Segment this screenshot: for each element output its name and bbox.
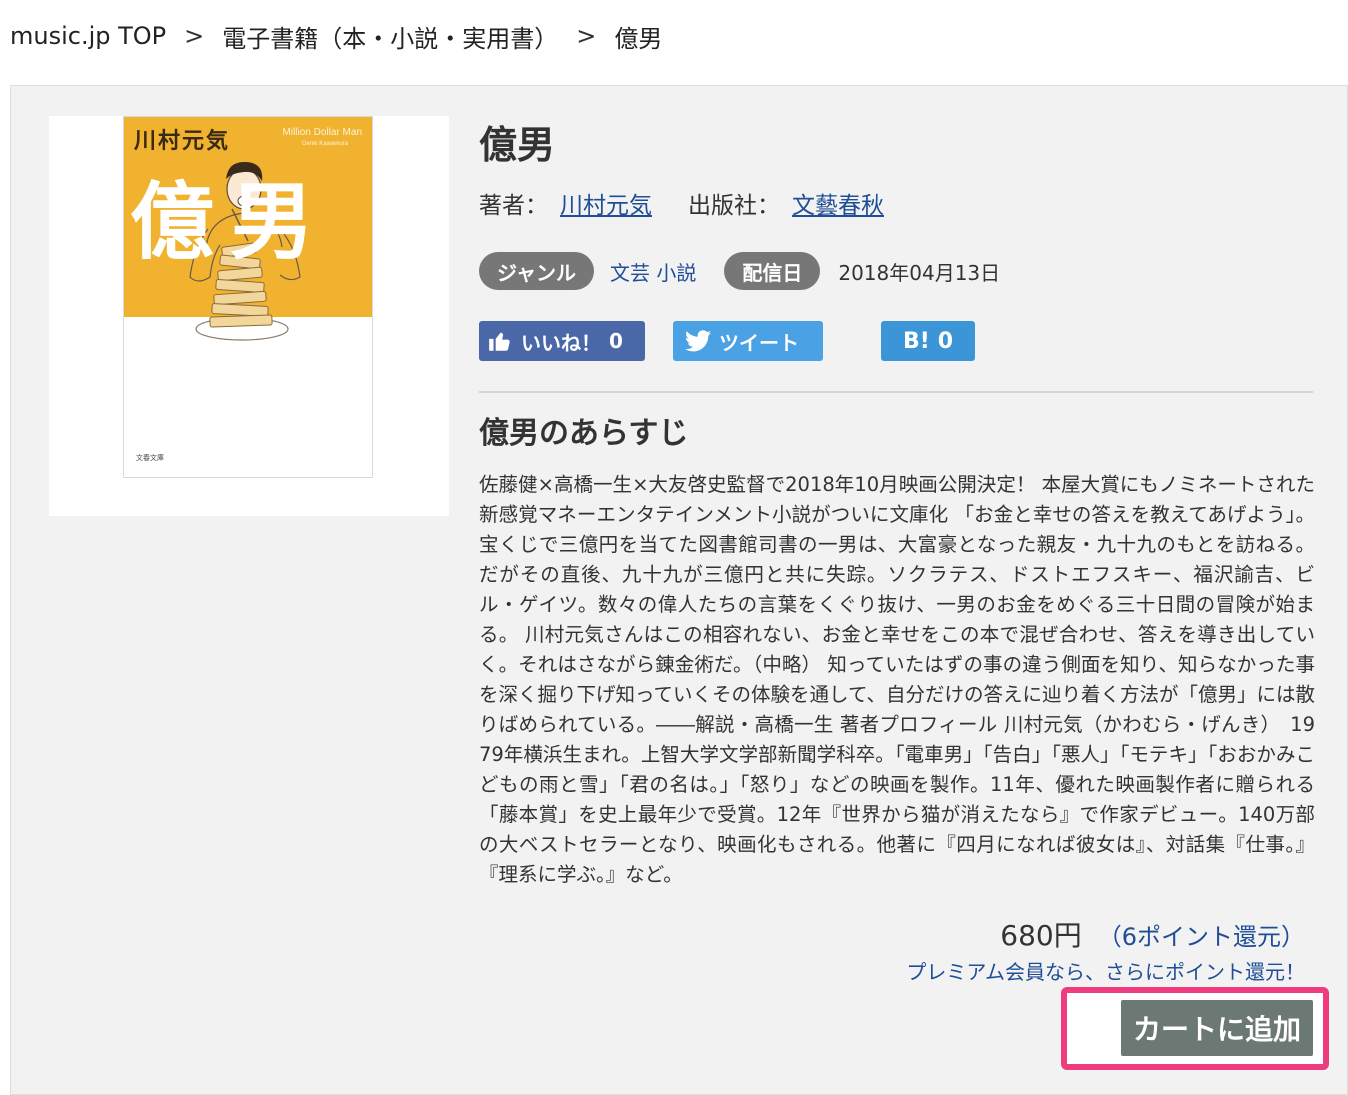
add-to-cart-button[interactable]: カートに追加 <box>1121 1000 1313 1056</box>
price-line: 680円 （6ポイント還元） <box>1000 914 1305 954</box>
release-date: 2018年04月13日 <box>838 260 1001 285</box>
author-link[interactable]: 川村元気 <box>560 186 652 220</box>
breadcrumb-separator: > <box>576 22 597 50</box>
like-count: 0 <box>609 329 623 353</box>
breadcrumb-separator: > <box>184 22 205 50</box>
breadcrumb-home-link[interactable]: music.jp TOP <box>10 22 166 50</box>
release-date-badge: 配信日 <box>724 252 821 290</box>
tweet-button[interactable]: ツイート <box>673 321 823 361</box>
publisher-link[interactable]: 文藝春秋 <box>792 186 884 220</box>
genre-link[interactable]: 文芸 小説 <box>610 257 696 286</box>
premium-member-link[interactable]: プレミアム会員なら、さらにポイント還元！ <box>906 956 1305 985</box>
like-label: いいね！ <box>521 330 601 355</box>
synopsis-text: 佐藤健×高橋一生×大友啓史監督で2018年10月映画公開決定！ 本屋大賞にもノミ… <box>479 473 1315 886</box>
point-reward: （6ポイント還元） <box>1097 923 1305 951</box>
publisher-label: 出版社： <box>688 193 780 219</box>
cover-publisher-mark: 文春文庫 <box>136 454 164 462</box>
genre-date-line: ジャンル 文芸 小説 配信日 2018年04月13日 <box>479 251 1000 291</box>
genre-badge: ジャンル <box>479 252 594 290</box>
author-publisher-line: 著者： 川村元気 出版社： 文藝春秋 <box>479 186 884 220</box>
cover-author-text: 川村元気 <box>134 129 231 154</box>
synopsis-heading: 億男のあらすじ <box>479 416 689 451</box>
cover-english-title: Million Dollar Man <box>282 127 362 138</box>
breadcrumb: music.jp TOP > 電子書籍（本・小説・実用書） > 億男 <box>10 19 663 54</box>
cover-english-author: Genki Kawamura <box>301 141 348 147</box>
author-label: 著者： <box>479 193 548 219</box>
cover-container: 川村元気 Million Dollar Man Genki Kawamura 億… <box>49 116 449 516</box>
hatena-bookmark-button[interactable]: B! 0 <box>881 321 975 361</box>
hatena-count: 0 <box>937 328 954 354</box>
twitter-bird-icon <box>685 330 711 352</box>
divider <box>479 391 1313 393</box>
breadcrumb-current: 億男 <box>614 24 663 53</box>
product-panel: 川村元気 Million Dollar Man Genki Kawamura 億… <box>10 85 1348 1095</box>
hatena-icon: B! <box>902 328 930 354</box>
cover-title-text: 億男 <box>130 173 331 271</box>
facebook-like-button[interactable]: いいね！ 0 <box>479 321 645 361</box>
price: 680円 <box>1000 919 1082 952</box>
book-cover-image[interactable]: 川村元気 Million Dollar Man Genki Kawamura 億… <box>123 116 373 478</box>
breadcrumb-ebooks-link[interactable]: 電子書籍（本・小説・実用書） <box>222 19 558 54</box>
book-title: 億男 <box>479 123 556 167</box>
thumbs-up-icon <box>489 332 510 351</box>
tweet-label: ツイート <box>719 330 799 355</box>
